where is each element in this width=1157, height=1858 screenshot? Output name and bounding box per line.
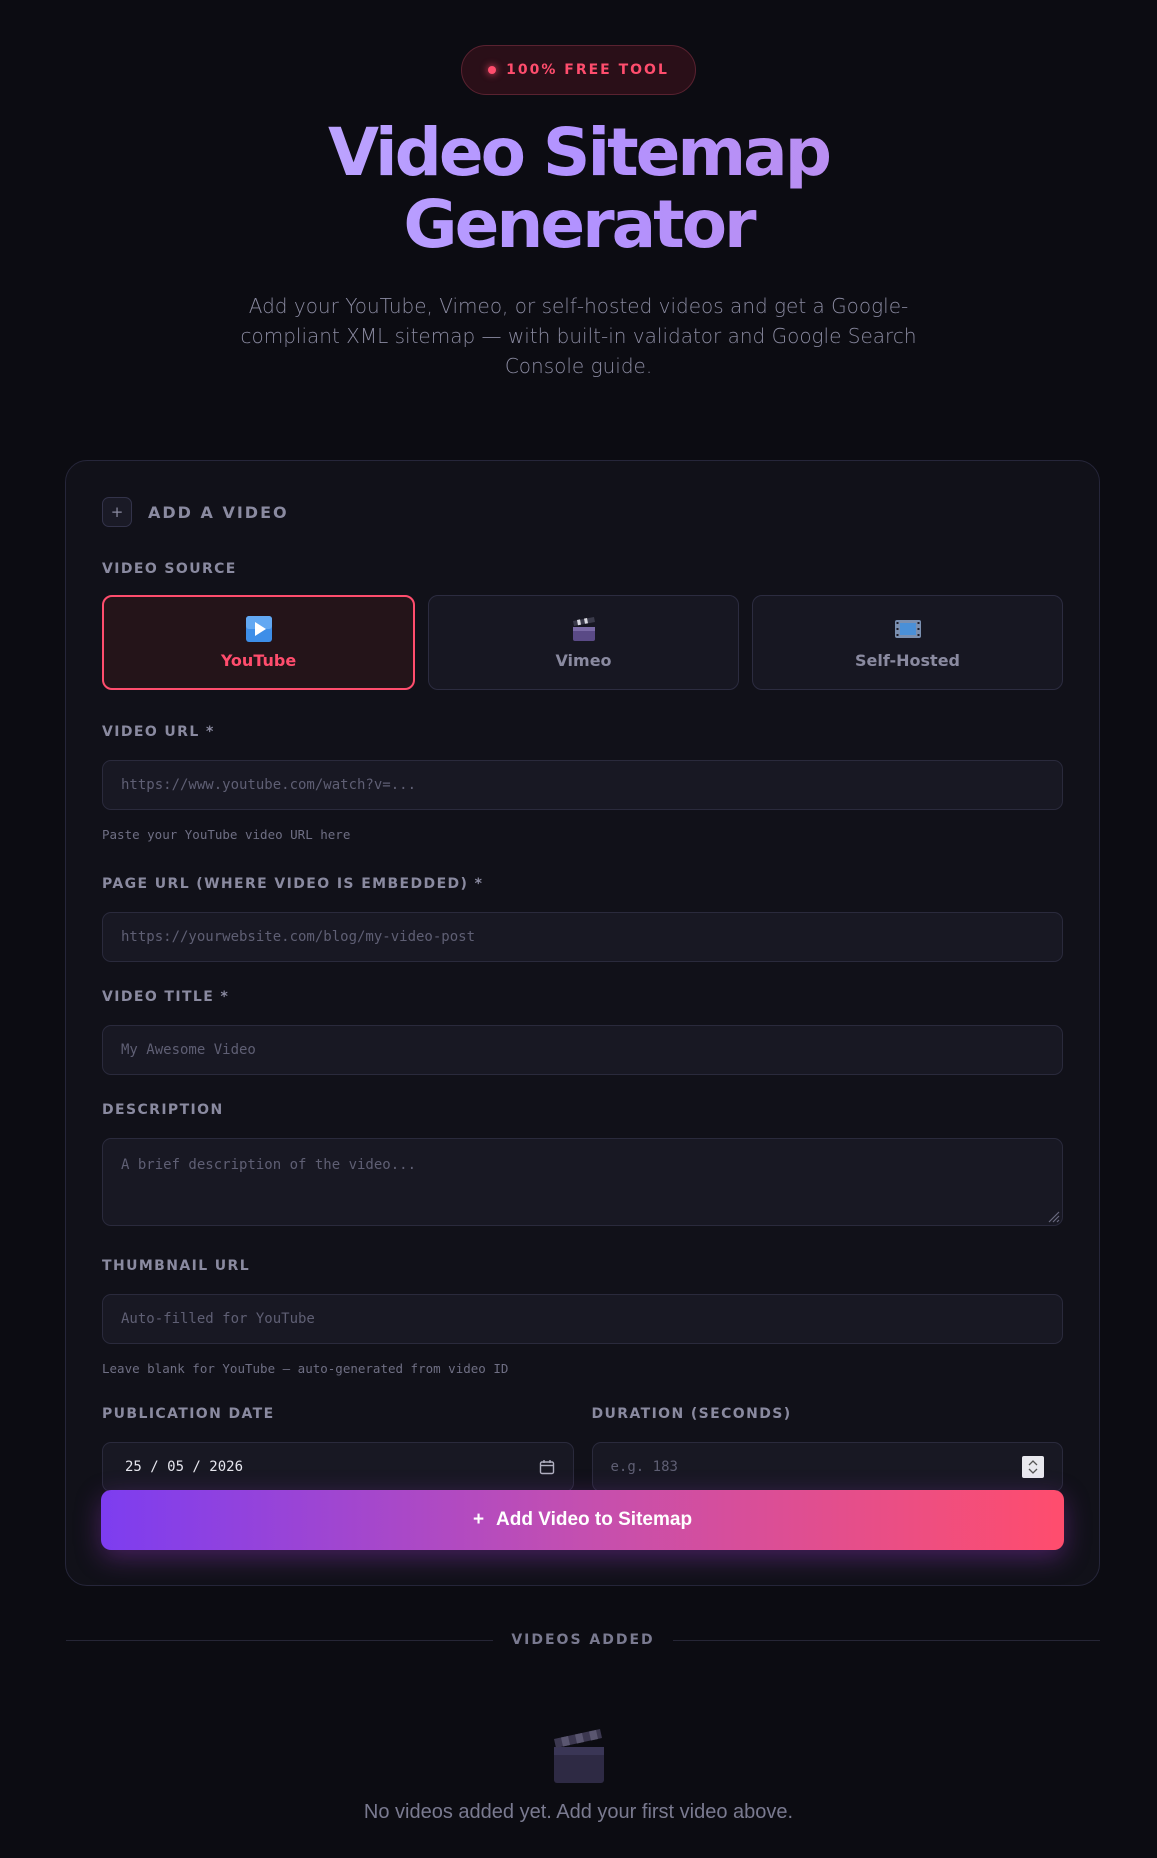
page-url-label: PAGE URL (WHERE VIDEO IS EMBEDDED) * [102,876,484,892]
source-option-youtube[interactable]: YouTube [102,595,415,690]
description-label: DESCRIPTION [102,1102,224,1118]
publication-date-label: PUBLICATION DATE [102,1406,275,1422]
empty-state: No videos added yet. Add your first vide… [0,1725,1157,1824]
page-subtitle: Add your YouTube, Vimeo, or self-hosted … [240,294,917,378]
card-heading: ADD A VIDEO [148,502,289,522]
video-title-label: VIDEO TITLE * [102,989,230,1005]
dot-icon [488,66,497,74]
video-source-label: VIDEO SOURCE [102,561,237,577]
source-option-vimeo[interactable]: Vimeo [428,595,739,690]
videos-added-heading: VIDEOS ADDED [511,1632,655,1648]
duration-label: DURATION (SECONDS) [591,1406,792,1422]
video-source-options: YouTube Vimeo Self-Hosted [102,595,1063,690]
video-title-input[interactable]: My Awesome Video [102,1025,1063,1075]
video-url-input[interactable]: https://www.youtube.com/watch?v=... [102,760,1063,810]
thumbnail-url-hint: Leave blank for YouTube — auto-generated… [102,1361,509,1376]
videos-added-divider: VIDEOS ADDED [66,1632,1101,1648]
add-video-card: + ADD A VIDEO VIDEO SOURCE YouTube Vimeo… [65,460,1100,1586]
free-tool-badge: 100% FREE TOOL [461,45,696,95]
add-video-button[interactable]: + Add Video to Sitemap [101,1490,1064,1550]
page-title: Video Sitemap Generator [0,117,1157,261]
date-duration-row: PUBLICATION DATE 25 / 05 / 2026 DURATION… [102,1406,1063,1492]
film-strip-icon [894,615,922,643]
video-url-hint: Paste your YouTube video URL here [102,827,351,842]
divider-line [66,1639,494,1641]
source-option-self-hosted[interactable]: Self-Hosted [752,595,1063,690]
source-name: Vimeo [555,651,612,670]
duration-placeholder: e.g. 183 [610,1459,678,1475]
hero: 100% FREE TOOL Video Sitemap Generator A… [0,0,1157,381]
add-video-button-label: Add Video to Sitemap [496,1509,693,1530]
source-name: Self-Hosted [854,651,961,670]
thumbnail-url-input[interactable]: Auto-filled for YouTube [102,1294,1063,1344]
calendar-icon[interactable] [539,1459,555,1475]
publication-date-input[interactable]: 25 / 05 / 2026 [102,1442,574,1492]
clapper-board-icon [570,615,598,643]
clapper-board-icon [553,1729,604,1783]
play-button-icon [245,615,273,643]
page-url-input[interactable]: https://yourwebsite.com/blog/my-video-po… [102,912,1063,962]
empty-state-message: No videos added yet. Add your first vide… [363,1801,794,1823]
video-url-label: VIDEO URL * [102,724,215,740]
source-name: YouTube [220,651,297,670]
resize-handle-icon[interactable] [1046,1209,1060,1223]
publication-date-group: PUBLICATION DATE 25 / 05 / 2026 [102,1406,574,1492]
plus-icon: + [472,1509,485,1530]
publication-date-value: 25 / 05 / 2026 [125,1459,244,1475]
duration-input[interactable]: e.g. 183 [591,1442,1063,1492]
description-placeholder: A brief description of the video... [121,1157,417,1173]
thumbnail-url-label: THUMBNAIL URL [102,1258,251,1274]
divider-line [672,1639,1101,1641]
title-line-1: Video Sitemap [328,114,829,191]
title-line-2: Generator [403,186,754,263]
plus-icon: + [102,497,132,527]
card-header: + ADD A VIDEO [102,497,1063,527]
duration-group: DURATION (SECONDS) e.g. 183 [591,1406,1063,1492]
number-spinner-icon[interactable] [1022,1456,1044,1478]
description-textarea[interactable]: A brief description of the video... [102,1138,1063,1226]
badge-text: 100% FREE TOOL [506,62,669,78]
